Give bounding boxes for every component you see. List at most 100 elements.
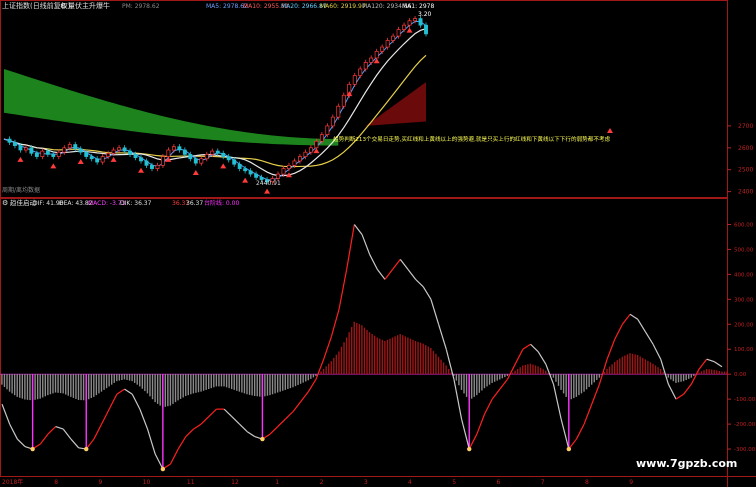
histogram-bar — [667, 374, 669, 378]
histogram-bar — [131, 374, 133, 382]
candle-body — [325, 125, 330, 136]
histogram-bar — [723, 371, 726, 375]
histogram-bar — [659, 368, 662, 375]
signal-dot — [84, 446, 89, 452]
candle-body — [111, 149, 116, 154]
histogram-bar — [108, 374, 110, 387]
candle-body — [226, 156, 231, 161]
ma-legend: MA5: 2978.62MA10: 2955.81MA20: 2966.87MA… — [206, 3, 434, 10]
ma-legend-item: MA1: 2978 — [402, 3, 434, 10]
candle-body — [166, 149, 171, 157]
histogram-bar — [205, 374, 207, 390]
histogram-bar — [136, 374, 138, 385]
histogram-bar — [289, 374, 292, 389]
histogram-bar — [113, 374, 115, 383]
histogram-bar — [491, 374, 493, 383]
candle-body — [314, 140, 319, 149]
candle-body — [18, 145, 23, 151]
histogram-bar — [437, 356, 440, 375]
histogram-bar — [534, 365, 537, 375]
histogram-bar — [425, 345, 427, 375]
histogram-bar — [310, 374, 312, 379]
histogram-bar — [361, 325, 363, 375]
candle-body — [254, 173, 259, 178]
histogram-bar — [522, 365, 524, 375]
histogram-bar — [524, 364, 527, 375]
histogram-bar — [151, 374, 154, 400]
stock-chart[interactable]: 上证指数(日线前复权) ⚙ 量伏主升爆牛 PM: 2978.62 MA5: 29… — [0, 0, 756, 487]
histogram-bar — [532, 364, 534, 375]
histogram-bar — [95, 374, 98, 396]
candle-body — [56, 151, 61, 157]
candle-body — [287, 164, 291, 169]
histogram-bar — [215, 374, 218, 387]
small-watermark: 周期/离均数据 — [2, 186, 40, 194]
histogram-bar — [292, 374, 294, 388]
histogram-bar — [427, 346, 429, 375]
histogram-bar — [320, 371, 322, 375]
histogram-bar — [24, 374, 26, 400]
candle-body — [171, 146, 176, 151]
candle-body — [352, 75, 357, 85]
x-tick-label: 12 — [231, 479, 239, 486]
dik-value: DIK: 36.37 — [120, 200, 152, 207]
histogram-bar — [345, 337, 348, 375]
histogram-bar — [149, 374, 151, 397]
candle-body — [204, 154, 209, 160]
histogram-bar — [654, 365, 657, 375]
histogram-bar — [185, 374, 187, 397]
histogram-bar — [399, 334, 401, 375]
histogram-bar — [3, 374, 6, 387]
histogram-bar — [455, 374, 458, 381]
histogram-bar — [590, 374, 593, 385]
candle-body — [418, 18, 423, 26]
indicator-gear-icon: ⚙ — [60, 2, 66, 10]
histogram-bar — [182, 374, 184, 398]
histogram-bar — [192, 374, 195, 394]
histogram-bar — [373, 335, 376, 375]
histogram-bar — [570, 374, 572, 400]
candle-body — [78, 148, 83, 153]
extra-value-2: 36.37 — [186, 200, 203, 207]
candle-body — [308, 147, 313, 153]
histogram-bar — [634, 354, 636, 375]
histogram-bar — [573, 374, 575, 399]
histogram-bar — [662, 371, 664, 375]
candle-body — [380, 46, 385, 52]
histogram-bar — [11, 374, 13, 394]
histogram-bar — [141, 374, 144, 389]
histogram-bar — [233, 374, 235, 390]
histogram-bar — [537, 366, 539, 375]
histogram-bar — [236, 374, 238, 391]
histogram-bar — [269, 374, 271, 396]
x-tick-label: 2018年 — [2, 478, 23, 486]
histogram-bar — [276, 374, 279, 393]
histogram-bar — [116, 374, 118, 382]
y-tick-label: 2500 — [738, 167, 753, 174]
bottom-header: ⚙ 趋佳启动 DIF: 41.96 DEA: 43.82 MACD: -3.73… — [2, 198, 239, 207]
x-tick-label: 7 — [541, 479, 545, 486]
histogram-bar — [144, 374, 146, 392]
histogram-bar — [253, 374, 256, 397]
histogram-bar — [677, 374, 680, 383]
histogram-bar — [675, 374, 677, 383]
histogram-bar — [652, 363, 654, 375]
candle-body — [139, 157, 143, 162]
histogram-bar — [128, 374, 131, 381]
histogram-bar — [690, 374, 692, 378]
candle-body — [221, 152, 226, 157]
histogram-bar — [29, 374, 31, 401]
x-tick-label: 9 — [629, 479, 633, 486]
ma-legend-item: MA5: 2978.62 — [206, 3, 248, 10]
histogram-bar — [264, 374, 266, 397]
histogram-bar — [516, 368, 519, 375]
histogram-bar — [16, 374, 18, 397]
histogram-bar — [672, 374, 675, 382]
histogram-bar — [80, 374, 82, 401]
histogram-bar — [220, 374, 223, 387]
bottom-gear-icon: ⚙ — [2, 199, 8, 207]
candle-body — [276, 173, 280, 179]
histogram-bar — [103, 374, 105, 390]
histogram-bar — [685, 374, 687, 381]
histogram-bar — [596, 374, 598, 381]
